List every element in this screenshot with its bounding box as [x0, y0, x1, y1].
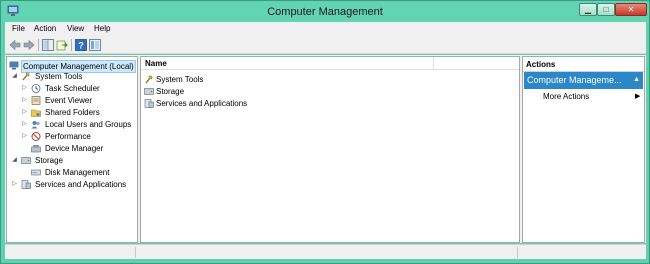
column-divider[interactable]: [433, 57, 434, 70]
title-bar[interactable]: Computer Management ▁ □ ✕: [1, 1, 649, 22]
toolbar-separator: [38, 39, 39, 51]
help-icon[interactable]: ?: [75, 39, 87, 51]
toolbar: ?: [5, 36, 646, 54]
menu-help[interactable]: Help: [94, 24, 110, 33]
tree-item-services-and-applications[interactable]: ▷ Services and Applications: [11, 179, 137, 190]
console-tree-pane[interactable]: Computer Management (Local) ◢ System Too…: [6, 56, 138, 243]
maximize-button[interactable]: □: [597, 3, 615, 16]
computer-management-window: Computer Management ▁ □ ✕ File Action Vi…: [0, 0, 650, 264]
collapse-arrow-icon[interactable]: ◢: [11, 155, 18, 166]
menu-file[interactable]: File: [12, 24, 25, 33]
status-separator: [135, 247, 136, 258]
tree-item-device-manager[interactable]: Device Manager: [21, 143, 137, 154]
collapse-up-icon[interactable]: ▲: [633, 76, 640, 83]
computer-management-icon: [9, 61, 19, 70]
export-list-icon[interactable]: [56, 39, 68, 51]
tree-item-system-tools[interactable]: ◢ System Tools: [11, 71, 137, 82]
expand-arrow-icon[interactable]: ▷: [21, 83, 28, 94]
back-arrow-icon[interactable]: [9, 39, 21, 51]
tree-item-event-viewer[interactable]: ▷ Event Viewer: [21, 95, 137, 106]
actions-title: Actions: [526, 60, 556, 69]
properties-icon[interactable]: [89, 39, 101, 51]
shared-folder-icon: [31, 109, 41, 117]
minimize-icon: ▁: [584, 5, 592, 14]
menu-view[interactable]: View: [67, 24, 84, 33]
collapse-arrow-icon[interactable]: ◢: [11, 71, 18, 82]
minimize-button[interactable]: ▁: [579, 3, 597, 16]
expand-arrow-icon[interactable]: ▷: [21, 131, 28, 142]
results-list-pane[interactable]: Name System Tools Storage Services and A…: [140, 56, 520, 243]
storage-icon: [144, 88, 154, 95]
tree-item-computer-management[interactable]: Computer Management (Local): [9, 60, 137, 73]
close-button[interactable]: ✕: [615, 3, 647, 16]
status-bar: [5, 244, 646, 259]
status-separator: [517, 247, 518, 258]
list-header: Name: [141, 57, 519, 70]
window-title: Computer Management: [267, 6, 383, 18]
expand-arrow-icon[interactable]: ▷: [21, 107, 28, 118]
actions-group-label: Computer Manageme...: [527, 75, 622, 85]
services-icon: [21, 180, 31, 189]
menu-bar: File Action View Help: [5, 22, 646, 36]
toolbar-separator: [71, 39, 72, 51]
tree-item-local-users-and-groups[interactable]: ▷ Local Users and Groups: [21, 119, 137, 130]
tools-icon: [145, 75, 153, 84]
actions-pane: Actions Computer Manageme... ▲ More Acti…: [522, 56, 645, 243]
close-icon: ✕: [627, 5, 635, 14]
forward-arrow-icon[interactable]: [23, 39, 35, 51]
expand-arrow-icon[interactable]: ▷: [21, 119, 28, 130]
storage-icon: [21, 157, 31, 164]
tree-item-storage[interactable]: ◢ Storage: [11, 155, 137, 166]
tools-icon: [22, 72, 30, 81]
tree-item-performance[interactable]: ▷ Performance: [21, 131, 137, 142]
services-icon: [144, 99, 154, 108]
svg-text:?: ?: [78, 41, 84, 51]
submenu-arrow-icon[interactable]: ▶: [635, 92, 640, 100]
disk-icon: [31, 169, 41, 176]
actions-group-computer-management[interactable]: Computer Manageme... ▲: [524, 72, 643, 89]
clock-icon: [31, 84, 41, 93]
users-icon: [31, 121, 40, 129]
more-actions-link[interactable]: More Actions: [543, 92, 589, 101]
device-manager-icon: [31, 145, 41, 153]
show-hide-tree-icon[interactable]: [42, 39, 54, 51]
performance-icon: [31, 132, 41, 141]
main-content: Computer Management (Local) ◢ System Too…: [5, 55, 646, 243]
tree-item-disk-management[interactable]: Disk Management: [21, 167, 137, 178]
menu-action[interactable]: Action: [34, 24, 56, 33]
event-viewer-icon: [31, 96, 41, 105]
expand-arrow-icon[interactable]: ▷: [21, 95, 28, 106]
tree-item-shared-folders[interactable]: ▷ Shared Folders: [21, 107, 137, 118]
maximize-icon: □: [603, 5, 609, 14]
expand-arrow-icon[interactable]: ▷: [11, 179, 18, 190]
tree-item-task-scheduler[interactable]: ▷ Task Scheduler: [21, 83, 137, 94]
column-header-name[interactable]: Name: [145, 59, 167, 68]
